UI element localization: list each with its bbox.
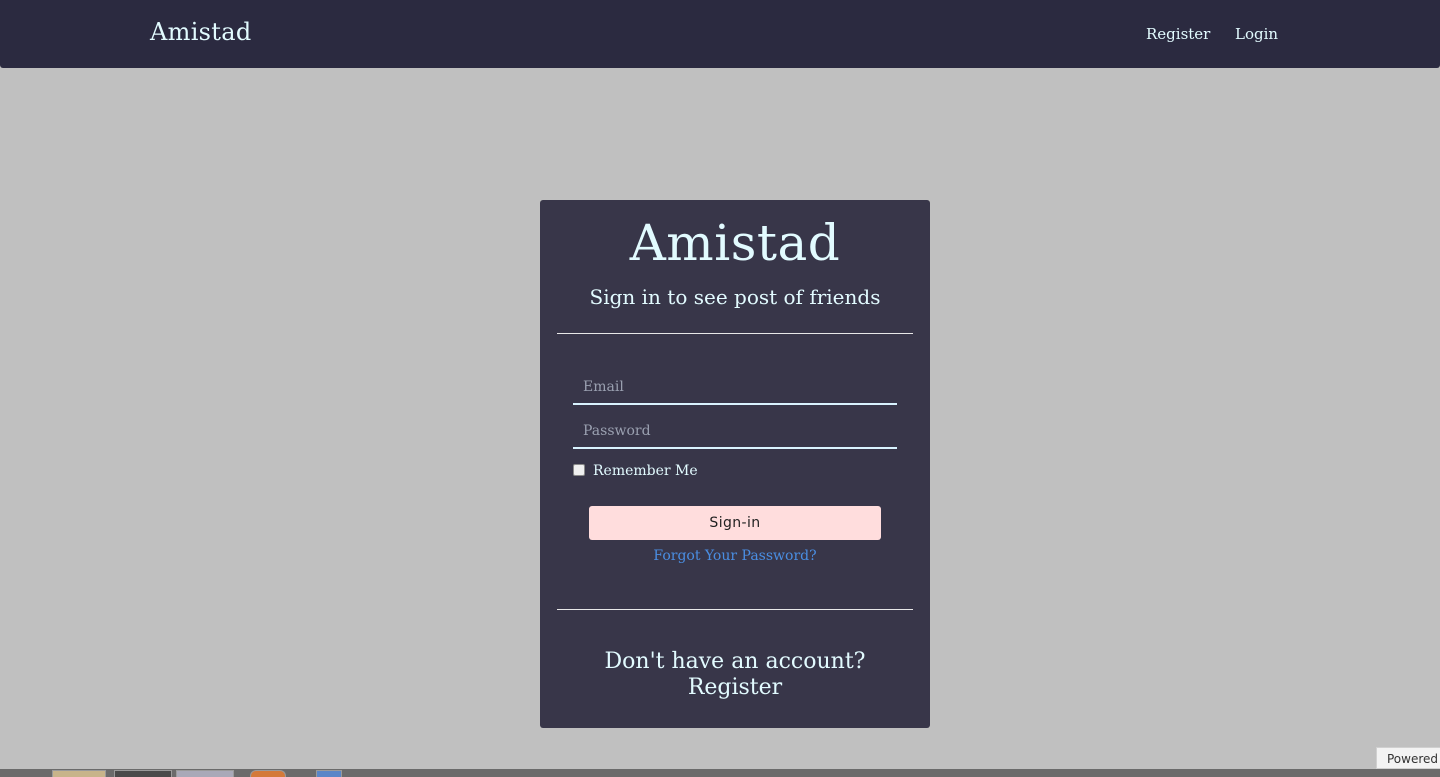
card-title: Amistad [629,214,841,272]
card-subtitle: Sign in to see post of friends [589,285,881,309]
navbar-brand[interactable]: Amistad [150,18,252,46]
taskbar-folder-icon[interactable] [52,770,106,777]
sign-in-button[interactable]: Sign-in [589,506,881,540]
nav-login-link[interactable]: Login [1235,25,1278,43]
taskbar-app-icon[interactable] [250,770,286,777]
taskbar-terminal-icon[interactable] [114,770,172,777]
powered-badge: Powered [1376,747,1440,769]
email-field[interactable] [573,371,897,405]
password-field[interactable] [573,415,897,449]
login-card: Amistad Sign in to see post of friends R… [540,200,930,728]
divider-bottom [557,609,913,610]
divider-top [557,333,913,334]
top-navbar: Amistad Register Login [0,0,1440,68]
forgot-password-link[interactable]: Forgot Your Password? [540,548,930,564]
remember-me-label[interactable]: Remember Me [593,463,698,479]
nav-register-link[interactable]: Register [1146,25,1210,43]
taskbar-window-icon[interactable] [316,770,342,777]
os-taskbar [0,769,1440,777]
register-link[interactable]: Register [540,675,930,701]
taskbar-browser-icon[interactable] [176,770,234,777]
remember-me-checkbox[interactable] [573,464,585,476]
no-account-text: Don't have an account? [604,649,866,674]
